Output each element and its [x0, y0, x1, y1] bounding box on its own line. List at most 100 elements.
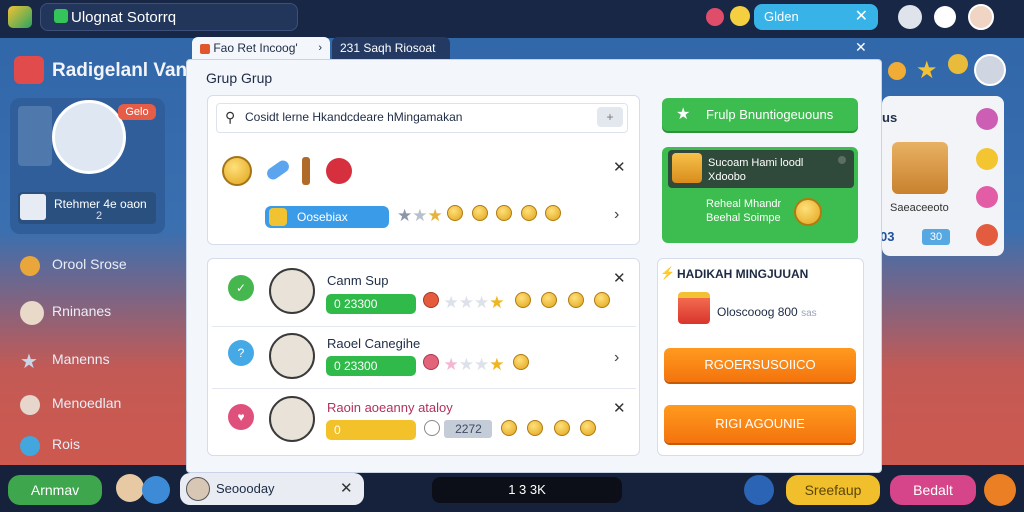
chat-bubble-icon[interactable]	[934, 6, 956, 28]
side-heading: Radigelanl Vand	[52, 60, 199, 81]
promo-title: Sucoam Hami loodl	[708, 157, 804, 169]
table-row[interactable]: ✓ Canm Sup 0 23300 ★★★★ ✕	[210, 264, 634, 322]
nav-icon	[20, 436, 40, 456]
avatar[interactable]	[52, 100, 126, 174]
player-rating: ★★★★	[423, 292, 611, 313]
home-icon[interactable]	[706, 8, 724, 26]
chevron-right-icon: ›	[318, 42, 322, 54]
clear-icon[interactable]: +	[597, 107, 623, 127]
star-icon: ★	[458, 293, 474, 312]
emoji-icon[interactable]	[730, 6, 750, 26]
powerup-label: Oosebiax	[297, 210, 348, 224]
action-label-2: Bedalt	[913, 482, 953, 498]
rank-icon: ?	[228, 340, 254, 366]
nav-item-3[interactable]: Menoedlan	[18, 395, 178, 415]
right-counter-a: 03	[880, 229, 895, 244]
nav-item-4[interactable]: Rois	[18, 436, 178, 456]
chevron-right-icon[interactable]: ›	[614, 349, 619, 367]
star-icon: ★	[397, 206, 413, 225]
user-icon[interactable]	[974, 54, 1006, 86]
shield-icon	[326, 158, 352, 184]
powerup-icon	[269, 208, 287, 226]
nav-avatar-icon	[20, 395, 40, 415]
chat-chip[interactable]: Seoooday ✕	[180, 473, 364, 505]
gift-heading: HADIKAH MINGJUUAN	[677, 267, 809, 281]
group-button[interactable]: ★ Frulp Bnuntiogeuouns	[662, 98, 858, 131]
action-button-2[interactable]: Bedalt	[890, 475, 976, 505]
player-score: 0 23300	[326, 356, 416, 376]
table-row[interactable]: ♥ Raoin aoeanny ataloy 0 2272 ✕	[210, 392, 634, 450]
nav-label: Menoedlan	[52, 395, 122, 411]
gift-secondary-button[interactable]: RIGI AGOUNIE	[664, 405, 856, 443]
gift-box-icon	[678, 292, 710, 324]
star-icon: ★	[443, 293, 459, 312]
promo-subtitle: Xdoobo	[708, 171, 746, 183]
player-name: Raoin aoeanny ataloy	[327, 400, 453, 415]
nav-item-2[interactable]: ★ Manenns	[18, 351, 178, 373]
close-icon[interactable]: ✕	[340, 479, 353, 497]
search-icon: ⚲	[225, 109, 236, 125]
friends-icon[interactable]	[142, 476, 170, 504]
powerup-button[interactable]: Oosebiax	[265, 206, 389, 228]
player-avatar	[269, 396, 315, 442]
profile-avatar[interactable]	[968, 4, 994, 30]
star-icon: ★	[473, 355, 490, 374]
star-icon: ★	[676, 106, 691, 123]
profile-thumb	[20, 194, 46, 220]
left-bottom-button[interactable]: Arnmav	[8, 475, 102, 505]
tab-1[interactable]: 231 Saqh Riosoat	[332, 37, 450, 59]
tab-0[interactable]: Fao Ret Incoog' ›	[192, 37, 330, 59]
coin-icon	[545, 205, 562, 221]
close-icon[interactable]: ✕	[855, 39, 867, 56]
search-pill[interactable]: Glden ✕	[754, 4, 878, 30]
coin-icon	[514, 292, 531, 308]
rating-row: ★★★	[397, 205, 562, 226]
coin-icon	[580, 420, 597, 436]
coin-icon	[976, 148, 998, 170]
player-avatar	[269, 268, 315, 314]
chevron-right-icon[interactable]: ›	[614, 206, 619, 224]
gold-coin-icon	[794, 198, 822, 226]
search-input[interactable]: ⚲ Cosidt lerne Hkandcdeare hMingamakan +	[216, 103, 628, 133]
app-title-field[interactable]: Ulognat Sotorrq	[40, 3, 298, 31]
gift-primary-label: RGOERSUSOIICO	[704, 357, 816, 372]
gift-secondary-label: RIGI AGOUNIE	[715, 416, 805, 431]
player-score: 0	[326, 420, 416, 440]
close-icon[interactable]: ✕	[613, 269, 626, 287]
action-button-1[interactable]: Sreefaup	[786, 475, 880, 505]
app-logo-icon	[8, 6, 32, 28]
star-icon: ★	[20, 351, 38, 373]
nav-label: Manenns	[52, 351, 110, 367]
character-icon[interactable]	[116, 474, 144, 502]
gift-primary-button[interactable]: RGOERSUSOIICO	[664, 348, 856, 382]
close-icon[interactable]: ✕	[855, 4, 868, 30]
search-label: Glden	[764, 9, 799, 24]
user-avatar-icon[interactable]	[898, 5, 922, 29]
brand-icon	[14, 56, 44, 84]
gold-coin-icon	[222, 156, 252, 186]
profile-label: Rtehmer 4e oaon	[54, 197, 147, 211]
star-icon: ★	[443, 355, 459, 374]
group-button-label: Frulp Bnuntiogeuouns	[706, 107, 834, 122]
center-counter: 1 3 3K	[432, 477, 622, 503]
coin-icon	[447, 205, 464, 221]
nav-item-0[interactable]: Orool Srose	[18, 256, 178, 276]
tools-icon[interactable]	[984, 474, 1016, 506]
flower-icon[interactable]	[976, 108, 998, 130]
nav-label: Rninanes	[52, 303, 112, 319]
coin-icon	[541, 292, 558, 308]
close-icon[interactable]: ✕	[613, 158, 626, 176]
coin-icon	[500, 420, 517, 436]
gem-icon	[976, 186, 998, 208]
chat-avatar	[186, 477, 210, 501]
table-row[interactable]: ? Raoel Canegihe 0 23300 ★★★★ ›	[210, 329, 634, 385]
settings-icon[interactable]	[744, 475, 774, 505]
status-dot-icon	[54, 9, 68, 23]
heart-icon	[423, 354, 439, 370]
tab-icon	[200, 43, 210, 54]
coin-icon	[948, 54, 968, 74]
coin-icon	[553, 420, 570, 436]
tab-label: Fao Ret Incoog'	[213, 41, 298, 55]
close-icon[interactable]: ✕	[613, 399, 626, 417]
nav-item-1[interactable]: Rninanes	[18, 301, 178, 325]
